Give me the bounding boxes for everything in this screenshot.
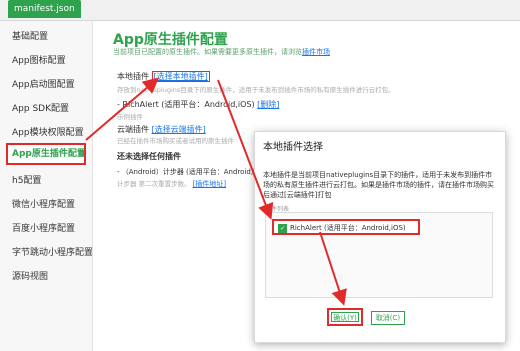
richalert-row: - RichAlert (适用平台：Android,iOS) [删除] xyxy=(117,99,279,110)
plugin-address-link[interactable]: [插件地址] xyxy=(193,180,226,188)
android-plugin-row: - （Android）计步器 (适用平台：Android,iOS) xyxy=(117,167,268,177)
richalert-text: - RichAlert (适用平台：Android,iOS) xyxy=(117,100,255,109)
plugin-list-item[interactable]: ✓ RichAlert (适用平台：Android,iOS) xyxy=(272,219,420,235)
cloud-plugin-hint: 已经在插件市场购买或者试用的原生插件 xyxy=(117,137,234,145)
tab-manifest[interactable]: manifest.json xyxy=(8,0,81,18)
local-plugin-dialog: 本地插件选择 本地插件是当前项目nativeplugins目录下的插件，适用于未… xyxy=(254,131,506,343)
plugin-list: ✓ RichAlert (适用平台：Android,iOS) xyxy=(265,212,493,298)
dialog-title: 本地插件选择 xyxy=(263,142,323,153)
cloud-plugin-row: 云端插件 [选择云端插件] xyxy=(117,124,206,135)
plugin-item-label: RichAlert (适用平台：Android,iOS) xyxy=(290,224,406,232)
plugin-market-link[interactable]: 插件市场 xyxy=(302,48,330,56)
sidebar-item-app-icon[interactable]: App图标配置 xyxy=(0,49,92,73)
android-plugin-text: - （Android）计步器 (适用平台：Android,iOS) xyxy=(117,168,268,176)
cancel-button[interactable]: 取消(C) xyxy=(371,311,405,325)
page-subtitle: 当前项目已配置的原生插件。如果需要更多原生插件，请浏览插件市场 xyxy=(113,47,330,57)
sidebar: 基础配置 App图标配置 App启动图配置 App SDK配置 App模块权限配… xyxy=(0,21,93,351)
tab-bar: manifest.json xyxy=(0,0,520,21)
dialog-description: 本地插件是当前项目nativeplugins目录下的插件，适用于未发布到插件市场… xyxy=(263,171,494,199)
sidebar-item-app-sdk[interactable]: App SDK配置 xyxy=(0,97,92,121)
delete-plugin-link[interactable]: [删除] xyxy=(257,100,279,109)
richalert-hint: 示例插件 xyxy=(117,113,143,121)
cloud-plugin-label: 云端插件 xyxy=(117,125,149,134)
sidebar-item-app-modules[interactable]: App模块权限配置 xyxy=(0,121,92,145)
local-plugin-label: 本地插件 xyxy=(117,72,149,81)
select-cloud-plugin-link[interactable]: [选择云端插件] xyxy=(152,125,206,134)
sidebar-item-baidu[interactable]: 百度小程序配置 xyxy=(0,217,92,241)
select-local-plugin-link[interactable]: [选择本地插件] xyxy=(151,71,210,82)
checkbox-checked-icon[interactable]: ✓ xyxy=(278,224,287,233)
sidebar-item-bytedance[interactable]: 字节跳动小程序配置 xyxy=(0,241,92,265)
sidebar-item-weixin[interactable]: 微信小程序配置 xyxy=(0,193,92,217)
no-plugin-text: 还未选择任何插件 xyxy=(117,152,181,161)
sidebar-item-source-view[interactable]: 源码视图 xyxy=(0,265,92,289)
sidebar-item-h5[interactable]: h5配置 xyxy=(0,169,92,193)
sidebar-item-app-splash[interactable]: App启动图配置 xyxy=(0,73,92,97)
page-title: App原生插件配置 xyxy=(113,32,228,48)
local-plugin-row: 本地插件 [选择本地插件] xyxy=(117,71,210,82)
android-plugin-hint: 计步器 第二次重置步数。 xyxy=(117,180,191,188)
local-plugin-hint: 存放到nativeplugins目录下的原生插件，适用于未发布到插件市场的私有原… xyxy=(117,86,395,94)
sidebar-item-basic[interactable]: 基础配置 xyxy=(0,25,92,49)
confirm-button-label: 确认(Y) xyxy=(331,312,359,322)
confirm-button[interactable]: 确认(Y) xyxy=(327,308,363,326)
subtitle-text: 当前项目已配置的原生插件。如果需要更多原生插件，请浏览 xyxy=(113,48,302,56)
manifest-editor: manifest.json 基础配置 App图标配置 App启动图配置 App … xyxy=(0,0,520,351)
android-plugin-hint-row: 计步器 第二次重置步数。 [插件地址] xyxy=(117,178,226,189)
sidebar-item-app-native-plugins[interactable]: App原生插件配置 xyxy=(6,143,86,165)
